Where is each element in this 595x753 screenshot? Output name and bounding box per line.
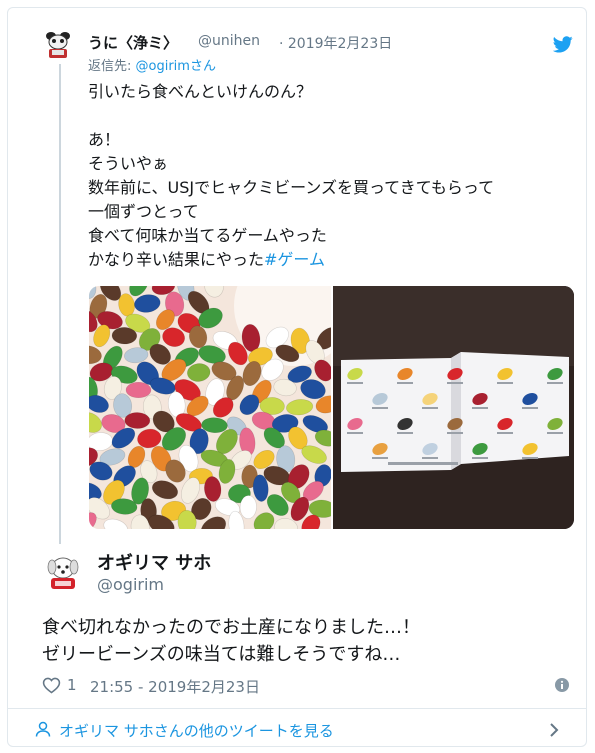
guide-caption-shape [547, 432, 563, 434]
like-count[interactable]: 1 [67, 676, 77, 694]
tweet-timestamp[interactable]: 21:55 - 2019年2月23日 [90, 676, 260, 697]
info-icon[interactable] [555, 678, 569, 692]
photo-grid [89, 286, 574, 529]
quoted-line: そういやぁ [88, 154, 169, 173]
user-handle[interactable]: @ogirim [97, 575, 164, 594]
heart-icon[interactable] [42, 676, 61, 694]
unihen-avatar[interactable] [41, 27, 75, 61]
guide-caption-shape [372, 407, 388, 409]
guide-caption-shape [497, 382, 513, 384]
quoted-last-line: かなり辛い結果にやった [88, 250, 265, 269]
thread-line [59, 64, 61, 544]
guide-caption-shape [522, 457, 538, 459]
quoted-line: 一個ずつとって [88, 202, 199, 221]
guide-caption-shape [472, 457, 488, 459]
tweet-text: 食べ切れなかったのでお土産になりました…！ ゼリービーンズの味当ては難しそうです… [42, 614, 582, 668]
reply-to-mention[interactable]: @ogirimさん [136, 59, 216, 74]
quoted-line: かなり辛い結果にやった#ゲーム [88, 248, 568, 272]
guide-caption-shape [397, 382, 413, 384]
guide-caption-shape [397, 432, 413, 434]
tweet-line: 食べ切れなかったのでお土産になりました…！ [42, 617, 420, 638]
guide-caption-shape [472, 407, 488, 409]
quoted-display-name[interactable]: うに〈浄ミ〉 [88, 32, 178, 53]
user-icon [35, 721, 51, 737]
display-name[interactable]: オギリマ サホ [97, 549, 211, 575]
hashtag-link[interactable]: #ゲーム [264, 250, 325, 269]
flavor-guide-photo[interactable] [333, 286, 574, 529]
quoted-line-gap [88, 104, 568, 128]
embedded-tweet-card: うに〈浄ミ〉 @unihen · 2019年2月23日 返信先: @ogirim… [7, 7, 587, 747]
guide-caption-shape [522, 407, 538, 409]
guide-caption-shape [422, 407, 438, 409]
quoted-line: 引いたら食べんといけんのん？ [88, 82, 313, 101]
guide-caption-shape [372, 457, 388, 459]
jelly-bean-shape [125, 382, 152, 399]
guide-caption-shape [447, 432, 463, 434]
reply-prefix: 返信先: [88, 59, 136, 74]
quoted-line: 数年前に、USJでヒャクミビーンズを買ってきてもらって [88, 178, 495, 197]
more-tweets-label[interactable]: オギリマ サホさんの他のツイートを見る [59, 720, 334, 741]
jelly-bean-shape [124, 412, 151, 429]
quoted-handle[interactable]: @unihen [198, 33, 260, 49]
guide-caption-shape [497, 432, 513, 434]
quoted-tweet-text: 引いたら食べんといけんのん？ あ！ そういやぁ 数年前に、USJでヒャクミビーン… [88, 80, 568, 272]
more-tweets-link[interactable]: オギリマ サホさんの他のツイートを見る [8, 709, 586, 746]
reply-to: 返信先: @ogirimさん [88, 55, 216, 74]
quoted-date[interactable]: · 2019年2月23日 [279, 33, 392, 53]
quoted-line: 食べて何味か当てるゲームやった [88, 226, 327, 245]
chevron-right-icon[interactable] [548, 722, 560, 738]
quoted-line: あ！ [88, 130, 121, 149]
guide-caption-shape [347, 382, 363, 384]
tweet-line: ゼリービーンズの味当ては難しそうですね… [42, 644, 401, 665]
guide-caption-shape [447, 382, 463, 384]
guide-caption-shape [422, 457, 438, 459]
jelly-beans-bowl-photo[interactable] [89, 286, 331, 529]
tweet-actions: 1 21:55 - 2019年2月23日 [42, 675, 582, 697]
ogirim-avatar[interactable] [41, 551, 85, 595]
guide-caption-shape [347, 432, 363, 434]
twitter-bird-icon[interactable] [553, 36, 573, 53]
guide-caption-shape [547, 382, 563, 384]
